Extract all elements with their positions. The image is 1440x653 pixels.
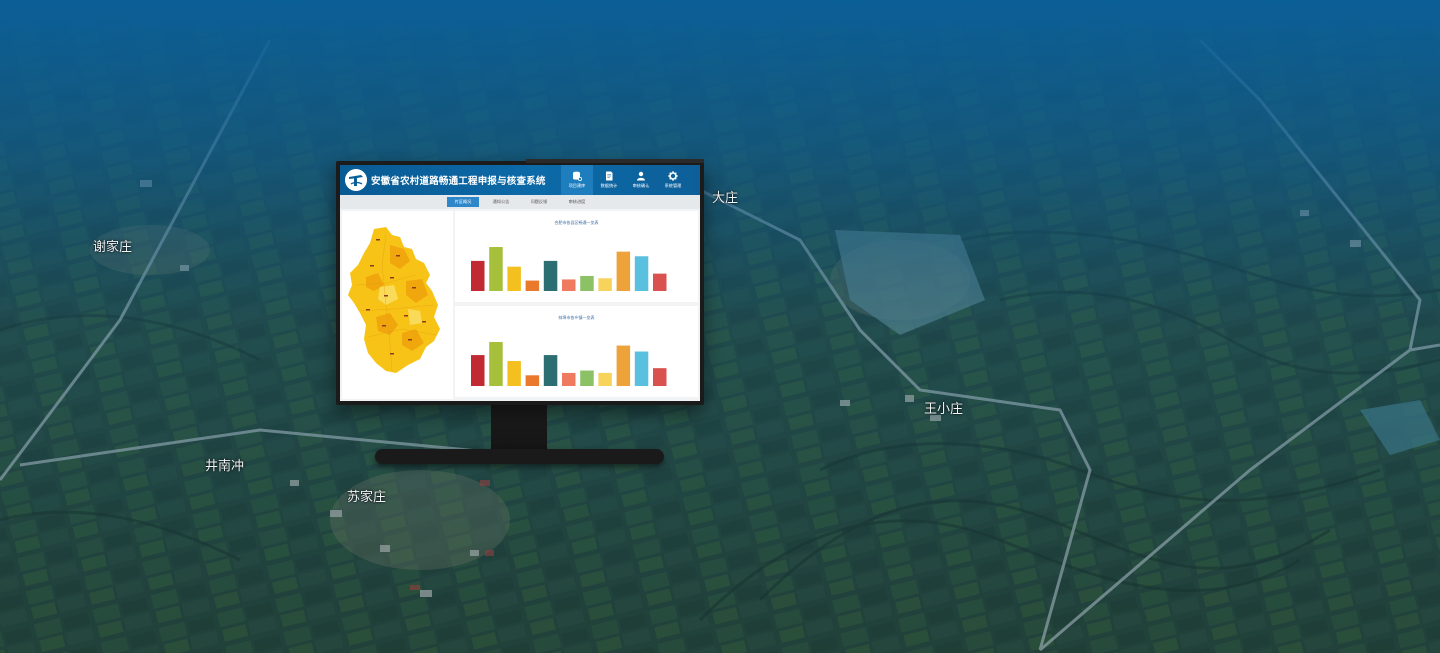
nav-label: 项目建库: [568, 183, 586, 188]
app-title: 安徽省农村道路畅通工程申报与核查系统: [371, 176, 546, 187]
bar-4[interactable]: [525, 280, 540, 291]
bar-6[interactable]: [562, 279, 576, 291]
bar-11[interactable]: [653, 368, 667, 386]
logo-icon: [345, 169, 367, 191]
anhui-province-map[interactable]: [346, 225, 442, 377]
monitor-stand-base: [375, 449, 664, 464]
document-icon: [606, 171, 613, 181]
bar-5[interactable]: [543, 260, 558, 291]
bar-6[interactable]: [562, 372, 576, 386]
bar-8[interactable]: [598, 372, 612, 386]
tab-review-progress[interactable]: 审核进度: [561, 197, 593, 207]
bar-chart-1: [471, 247, 667, 291]
monitor-frame: 安徽省农村道路畅通工程申报与核查系统 项目建库 数据统计 审核确认 系统管理 片…: [336, 159, 704, 405]
bar-5[interactable]: [543, 355, 558, 386]
app-header: 安徽省农村道路畅通工程申报与核查系统 项目建库 数据统计 审核确认 系统管理: [340, 165, 700, 195]
bar-7[interactable]: [580, 275, 594, 291]
bar-10[interactable]: [634, 256, 649, 291]
bar-11[interactable]: [653, 273, 667, 291]
bar-9[interactable]: [616, 251, 631, 291]
place-label-sujiazhuang: 苏家庄: [347, 490, 387, 505]
database-icon: [573, 171, 582, 181]
tab-notices[interactable]: 通知公告: [485, 197, 517, 207]
user-icon: [637, 171, 645, 181]
place-label-wangxiaozhuang: 王小庄: [924, 402, 964, 417]
nav-label: 数据统计: [600, 183, 618, 188]
nav-label: 审核确认: [632, 183, 650, 188]
bar-10[interactable]: [634, 351, 649, 386]
chart-panel-2: 蚌埠市各乡镇一览表: [455, 306, 698, 397]
nav-item-project-library[interactable]: 项目建库: [561, 165, 593, 195]
place-label-xiejiazhuang: 谢家庄: [93, 240, 133, 255]
place-label-jingnanchong: 井南冲: [205, 459, 245, 474]
aerial-background: [0, 0, 1440, 653]
tab-bar: 片区概况 通知公告 问题反馈 审核进度: [340, 195, 700, 209]
tab-area-overview[interactable]: 片区概况: [447, 197, 479, 207]
nav-label: 系统管理: [664, 183, 682, 188]
province-map-panel: [342, 211, 453, 399]
bar-4[interactable]: [525, 375, 540, 386]
bar-8[interactable]: [598, 278, 612, 291]
nav-item-review[interactable]: 审核确认: [625, 165, 657, 195]
bar-1[interactable]: [471, 355, 485, 386]
place-label-dazhuang: 大庄: [712, 191, 739, 206]
bar-chart-2: [471, 342, 667, 386]
monitor-screen: 安徽省农村道路畅通工程申报与核查系统 项目建库 数据统计 审核确认 系统管理 片…: [340, 165, 700, 401]
chart-panel-1: 合肥市各县区畅通一览表: [455, 211, 698, 302]
tab-feedback[interactable]: 问题反馈: [523, 197, 555, 207]
bar-1[interactable]: [471, 260, 485, 291]
gear-icon: [668, 171, 678, 181]
main-nav: 项目建库 数据统计 审核确认 系统管理: [561, 165, 689, 195]
bar-3[interactable]: [507, 361, 521, 386]
nav-item-statistics[interactable]: 数据统计: [593, 165, 625, 195]
bar-3[interactable]: [507, 266, 521, 291]
monitor-neck: [491, 404, 547, 452]
nav-item-system-settings[interactable]: 系统管理: [657, 165, 689, 195]
bar-2[interactable]: [489, 342, 503, 386]
bar-7[interactable]: [580, 370, 594, 386]
bar-9[interactable]: [616, 345, 631, 386]
bar-2[interactable]: [489, 247, 503, 291]
